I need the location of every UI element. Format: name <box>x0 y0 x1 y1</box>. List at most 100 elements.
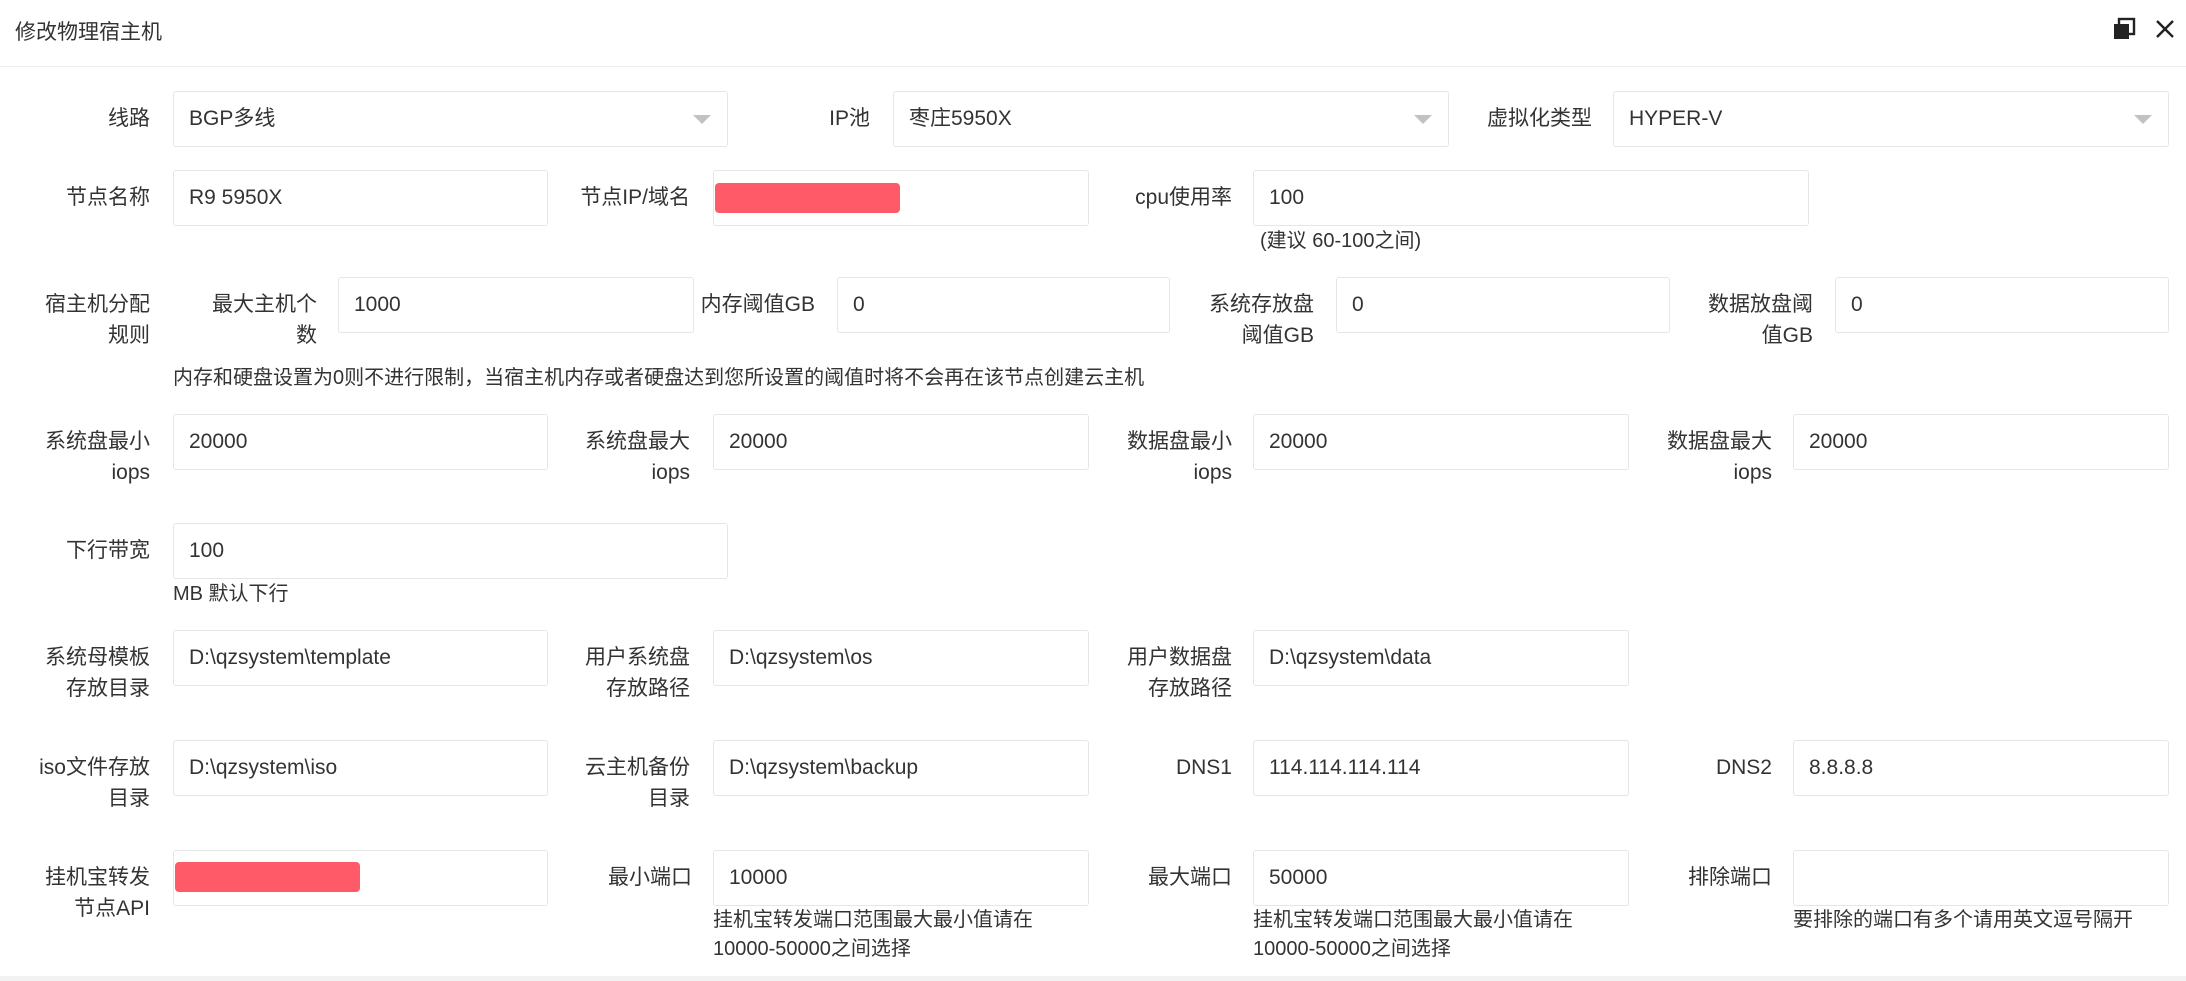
forward-api-label-line2: 节点API <box>74 897 150 920</box>
user-os-path-label-line1: 用户系统盘 <box>585 646 690 669</box>
forward-api-input[interactable] <box>173 850 548 906</box>
sys-disk-threshold-label-line1: 系统存放盘 <box>1209 293 1314 316</box>
sys-disk-max-iops-value: 20000 <box>729 430 788 453</box>
max-port-hint-line2: 10000-50000之间选择 <box>1253 938 1451 960</box>
cpu-usage-hint: (建议 60-100之间) <box>1260 230 1422 252</box>
data-disk-min-iops-input[interactable]: 20000 <box>1253 414 1629 470</box>
data-disk-max-iops-label: 数据盘最大 iops <box>1650 426 1772 488</box>
cpu-usage-input[interactable]: 100 <box>1253 170 1809 226</box>
max-hosts-label-line2: 数 <box>296 324 317 347</box>
virt-type-label: 虚拟化类型 <box>1487 107 1592 130</box>
iso-dir-input[interactable]: D:\qzsystem\iso <box>173 740 548 796</box>
user-data-path-label: 用户数据盘 存放路径 <box>1110 642 1232 704</box>
dns1-value: 114.114.114.114 <box>1269 756 1421 779</box>
node-name-input[interactable]: R9 5950X <box>173 170 548 226</box>
user-data-path-label-line2: 存放路径 <box>1148 677 1232 700</box>
data-disk-threshold-label-line1: 数据放盘阈 <box>1708 293 1813 316</box>
mem-threshold-label: 内存阈值GB <box>700 293 815 316</box>
user-data-path-input[interactable]: D:\qzsystem\data <box>1253 630 1629 686</box>
mem-threshold-value: 0 <box>853 293 865 316</box>
backup-dir-value: D:\qzsystem\backup <box>729 756 919 779</box>
max-port-input[interactable]: 50000 <box>1253 850 1629 906</box>
mem-threshold-input[interactable]: 0 <box>837 277 1170 333</box>
data-disk-min-iops-label: 数据盘最小 iops <box>1110 426 1232 488</box>
node-name-label: 节点名称 <box>66 186 150 209</box>
max-port-hint: 挂机宝转发端口范围最大最小值请在 10000-50000之间选择 <box>1253 906 1573 964</box>
host-rule-label: 宿主机分配 规则 <box>30 289 150 351</box>
max-hosts-label: 最大主机个 数 <box>195 289 317 351</box>
sys-disk-min-iops-value: 20000 <box>189 430 248 453</box>
iso-dir-label-line2: 目录 <box>108 787 150 810</box>
dialog-header: 修改物理宿主机 <box>0 0 2186 67</box>
dns2-input[interactable]: 8.8.8.8 <box>1793 740 2169 796</box>
line-select-value: BGP多线 <box>189 107 276 130</box>
backup-dir-label: 云主机备份 目录 <box>570 752 690 814</box>
sys-disk-threshold-label-line2: 阈值GB <box>1241 324 1314 347</box>
user-os-path-input[interactable]: D:\qzsystem\os <box>713 630 1089 686</box>
template-dir-input[interactable]: D:\qzsystem\template <box>173 630 548 686</box>
max-port-label: 最大端口 <box>1148 866 1232 889</box>
max-hosts-label-line1: 最大主机个 <box>212 293 317 316</box>
dialog-title: 修改物理宿主机 <box>15 21 162 44</box>
user-os-path-label: 用户系统盘 存放路径 <box>570 642 690 704</box>
dns1-input[interactable]: 114.114.114.114 <box>1253 740 1629 796</box>
node-ip-label: 节点IP/域名 <box>580 186 690 209</box>
user-data-path-label-line1: 用户数据盘 <box>1127 646 1232 669</box>
sys-disk-max-iops-input[interactable]: 20000 <box>713 414 1089 470</box>
node-ip-input[interactable] <box>713 170 1089 226</box>
forward-api-label-line1: 挂机宝转发 <box>45 866 150 889</box>
sys-disk-max-iops-label-line1: 系统盘最大 <box>585 430 690 453</box>
sys-disk-max-iops-label: 系统盘最大 iops <box>570 426 690 488</box>
footer-divider <box>0 976 2186 981</box>
line-label: 线路 <box>108 107 150 130</box>
sys-disk-max-iops-label-line2: iops <box>651 461 690 484</box>
template-dir-label-line2: 存放目录 <box>66 677 150 700</box>
template-dir-value: D:\qzsystem\template <box>189 646 391 669</box>
sys-disk-threshold-value: 0 <box>1352 293 1364 316</box>
dns1-label: DNS1 <box>1175 756 1232 779</box>
user-data-path-value: D:\qzsystem\data <box>1269 646 1432 669</box>
min-port-input[interactable]: 10000 <box>713 850 1089 906</box>
threshold-hint: 内存和硬盘设置为0则不进行限制，当宿主机内存或者硬盘达到您所设置的阈值时将不会再… <box>173 367 1145 389</box>
data-disk-threshold-input[interactable]: 0 <box>1835 277 2169 333</box>
backup-dir-label-line2: 目录 <box>648 787 690 810</box>
maximize-icon[interactable] <box>2111 16 2137 42</box>
exclude-port-input[interactable] <box>1793 850 2169 906</box>
data-disk-threshold-label: 数据放盘阈 值GB <box>1690 289 1813 351</box>
close-icon[interactable] <box>2152 16 2178 42</box>
backup-dir-input[interactable]: D:\qzsystem\backup <box>713 740 1089 796</box>
cpu-usage-value: 100 <box>1269 186 1305 209</box>
user-os-path-label-line2: 存放路径 <box>606 677 690 700</box>
iso-dir-label: iso文件存放 目录 <box>30 752 150 814</box>
chevron-down-icon <box>1414 115 1432 124</box>
downlink-bandwidth-input[interactable]: 100 <box>173 523 728 579</box>
min-port-value: 10000 <box>729 866 788 889</box>
data-disk-max-iops-input[interactable]: 20000 <box>1793 414 2169 470</box>
user-os-path-value: D:\qzsystem\os <box>729 646 873 669</box>
template-dir-label: 系统母模板 存放目录 <box>30 642 150 704</box>
redacted-value <box>175 862 360 892</box>
virt-type-select[interactable]: HYPER-V <box>1613 91 2169 147</box>
ippool-select[interactable]: 枣庄5950X <box>893 91 1449 147</box>
max-hosts-input[interactable]: 1000 <box>338 277 694 333</box>
data-disk-max-iops-value: 20000 <box>1809 430 1868 453</box>
data-disk-threshold-label-line2: 值GB <box>1761 324 1813 347</box>
data-disk-threshold-value: 0 <box>1851 293 1863 316</box>
host-rule-label-line2: 规则 <box>108 324 150 347</box>
data-disk-min-iops-label-line2: iops <box>1193 461 1232 484</box>
ippool-select-value: 枣庄5950X <box>909 107 1012 130</box>
iso-dir-value: D:\qzsystem\iso <box>189 756 338 779</box>
template-dir-label-line1: 系统母模板 <box>45 646 150 669</box>
dns2-value: 8.8.8.8 <box>1809 756 1874 779</box>
min-port-label: 最小端口 <box>608 866 692 889</box>
sys-disk-min-iops-input[interactable]: 20000 <box>173 414 548 470</box>
sys-disk-threshold-input[interactable]: 0 <box>1336 277 1670 333</box>
data-disk-max-iops-label-line1: 数据盘最大 <box>1667 430 1772 453</box>
backup-dir-label-line1: 云主机备份 <box>585 756 690 779</box>
exclude-port-label: 排除端口 <box>1688 866 1772 889</box>
line-select[interactable]: BGP多线 <box>173 91 728 147</box>
node-name-value: R9 5950X <box>189 186 283 209</box>
chevron-down-icon <box>2134 115 2152 124</box>
downlink-bandwidth-label: 下行带宽 <box>66 539 150 562</box>
host-rule-label-line1: 宿主机分配 <box>45 293 150 316</box>
